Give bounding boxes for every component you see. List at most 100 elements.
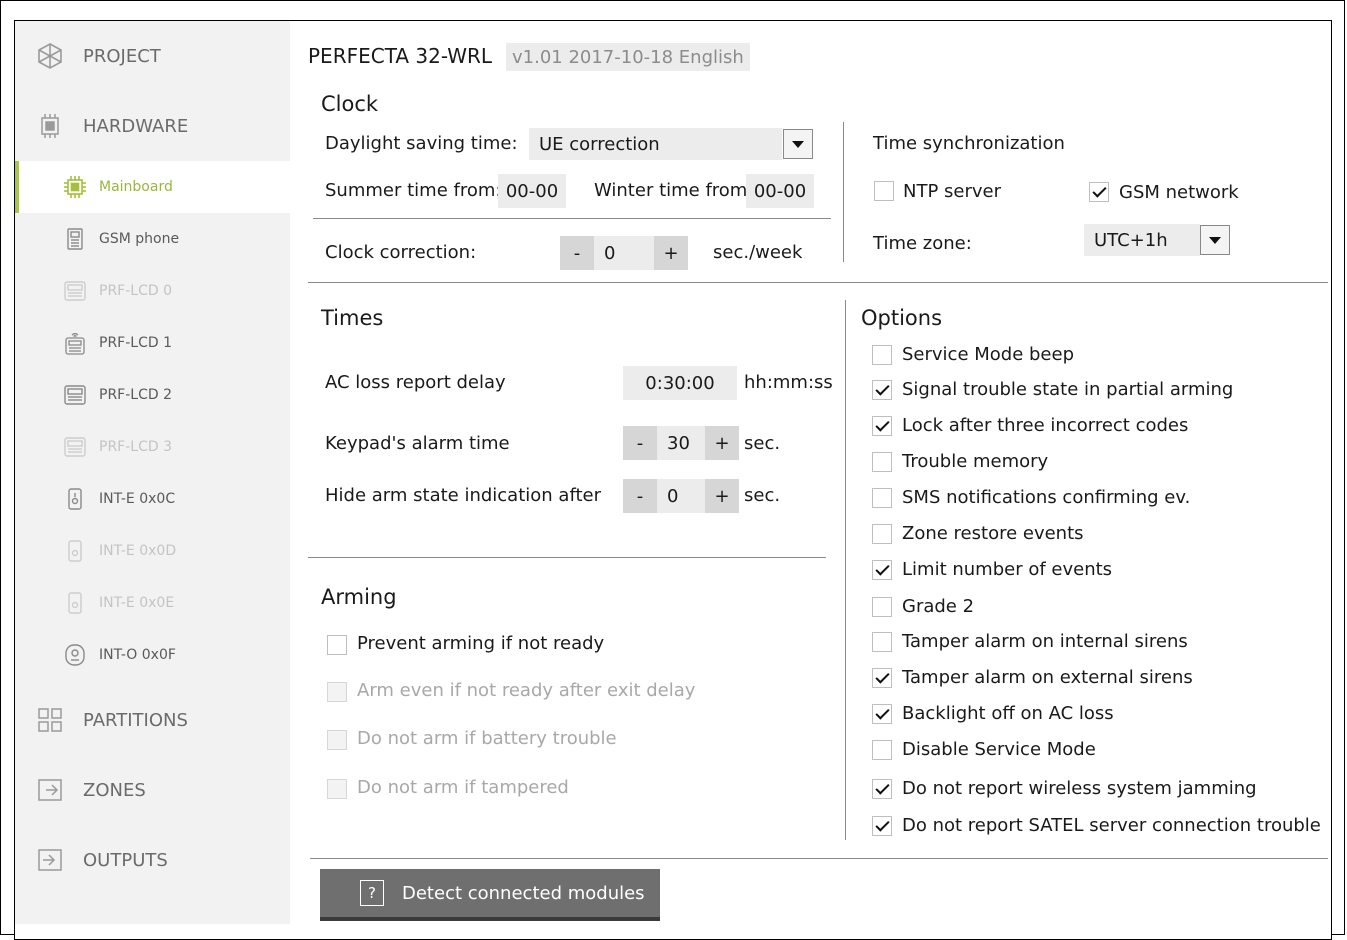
nav-int-e-0x0c[interactable]: INT-E 0x0C <box>15 473 290 525</box>
nav-prf-lcd-1-label: PRF-LCD 1 <box>99 335 172 351</box>
option-label: SMS notifications confirming ev. <box>902 487 1191 508</box>
option-signal-trouble-state-in-partial-arming-checkbox[interactable] <box>872 380 892 400</box>
expander-icon <box>63 487 87 511</box>
options-vertical-divider <box>845 300 846 840</box>
option-label: Tamper alarm on internal sirens <box>902 631 1188 652</box>
winter-time-input[interactable]: 00-00 <box>746 174 814 208</box>
hide-arm-state-value[interactable]: 0 <box>657 479 705 513</box>
nav-zones-label: ZONES <box>83 779 146 801</box>
nav-prf-lcd-0-label: PRF-LCD 0 <box>99 283 172 299</box>
hide-arm-state-stepper: - 0 + <box>623 479 739 513</box>
arming-option-label: Do not arm if battery trouble <box>357 728 617 749</box>
option-limit-number-of-events-checkbox[interactable] <box>872 560 892 580</box>
arming-section-title: Arming <box>321 585 397 609</box>
partitions-icon <box>37 707 63 733</box>
nav-int-e-0x0e[interactable]: INT-E 0x0E <box>15 577 290 629</box>
output-module-icon <box>63 643 87 667</box>
option-tamper-alarm-on-external-sirens-checkbox[interactable] <box>872 668 892 688</box>
time-zone-dropdown-button[interactable] <box>1200 225 1230 255</box>
nav-project[interactable]: PROJECT <box>15 21 290 91</box>
nav-int-e-0x0d[interactable]: INT-E 0x0D <box>15 525 290 577</box>
keypad-icon <box>63 383 87 407</box>
option-label: Limit number of events <box>902 559 1113 580</box>
expander-icon <box>63 539 87 563</box>
nav-partitions-label: PARTITIONS <box>83 709 188 731</box>
bottom-divider <box>310 858 1328 859</box>
nav-mainboard[interactable]: Mainboard <box>15 161 290 213</box>
option-label: Tamper alarm on external sirens <box>902 667 1193 688</box>
hide-arm-state-minus-button[interactable]: - <box>623 479 657 513</box>
option-zone-restore-events-checkbox[interactable] <box>872 524 892 544</box>
times-divider <box>308 557 826 558</box>
gsm-network-checkbox[interactable] <box>1089 182 1109 202</box>
option-tamper-alarm-on-internal-sirens-checkbox[interactable] <box>872 632 892 652</box>
clock-correction-value[interactable]: 0 <box>594 236 654 270</box>
nav-zones[interactable]: ZONES <box>15 755 290 825</box>
ntp-server-label: NTP server <box>903 181 1002 202</box>
arming-prevent-arming-if-not-ready-checkbox[interactable] <box>327 635 347 655</box>
arming-do-not-arm-if-battery-trouble-checkbox[interactable] <box>327 730 347 750</box>
nav-prf-lcd-0[interactable]: PRF-LCD 0 <box>15 265 290 317</box>
nav-hardware[interactable]: HARDWARE <box>15 91 290 161</box>
clock-correction-label: Clock correction: <box>325 242 477 263</box>
nav-prf-lcd-1[interactable]: PRF-LCD 1 <box>15 317 290 369</box>
keypad-alarm-time-stepper: - 30 + <box>623 426 739 460</box>
option-disable-service-mode-checkbox[interactable] <box>872 740 892 760</box>
time-sync-title: Time synchronization <box>873 133 1065 154</box>
nav-partitions[interactable]: PARTITIONS <box>15 685 290 755</box>
hardware-icon <box>37 113 63 139</box>
nav-int-e-0x0c-label: INT-E 0x0C <box>99 491 176 507</box>
nav-int-e-0x0e-label: INT-E 0x0E <box>99 595 175 611</box>
dst-label: Daylight saving time: <box>325 133 518 154</box>
nav-gsm-phone[interactable]: GSM phone <box>15 213 290 265</box>
keypad-alarm-time-plus-button[interactable]: + <box>705 426 739 460</box>
zones-icon <box>37 777 63 803</box>
clock-correction-minus-button[interactable]: - <box>560 236 594 270</box>
hide-arm-state-plus-button[interactable]: + <box>705 479 739 513</box>
nav-int-o-0x0f-label: INT-O 0x0F <box>99 647 176 663</box>
clock-correction-plus-button[interactable]: + <box>654 236 688 270</box>
arming-option-label: Prevent arming if not ready <box>357 633 605 654</box>
option-service-mode-beep-checkbox[interactable] <box>872 345 892 365</box>
keypad-icon <box>63 279 87 303</box>
detect-modules-label: Detect connected modules <box>402 882 645 904</box>
nav-prf-lcd-3[interactable]: PRF-LCD 3 <box>15 421 290 473</box>
nav-prf-lcd-2[interactable]: PRF-LCD 2 <box>15 369 290 421</box>
options-section-title: Options <box>861 306 943 330</box>
keypad-alarm-time-minus-button[interactable]: - <box>623 426 657 460</box>
nav-hardware-label: HARDWARE <box>83 115 189 137</box>
option-do-not-report-satel-server-connection-trouble-checkbox[interactable] <box>872 816 892 836</box>
nav-int-o-0x0f[interactable]: INT-O 0x0F <box>15 629 290 681</box>
help-module-icon: ? <box>360 880 384 906</box>
keypad-icon <box>63 435 87 459</box>
gsm-phone-icon <box>63 227 87 251</box>
keypad-alarm-time-unit: sec. <box>744 433 781 454</box>
option-label: Do not report SATEL server connection tr… <box>902 815 1321 836</box>
option-label: Lock after three incorrect codes <box>902 415 1189 436</box>
top-divider <box>308 282 1328 283</box>
clock-divider <box>313 218 831 219</box>
gsm-network-label: GSM network <box>1119 182 1239 203</box>
option-lock-after-three-incorrect-codes-checkbox[interactable] <box>872 416 892 436</box>
nav-prf-lcd-2-label: PRF-LCD 2 <box>99 387 172 403</box>
device-title: PERFECTA 32-WRL <box>308 44 493 68</box>
keypad-alarm-time-value[interactable]: 30 <box>657 426 705 460</box>
nav-outputs[interactable]: OUTPUTS <box>15 825 290 895</box>
option-grade-2-checkbox[interactable] <box>872 597 892 617</box>
dst-dropdown-button[interactable] <box>783 129 813 159</box>
dst-select[interactable]: UE correction <box>529 128 782 160</box>
expander-icon <box>63 591 87 615</box>
arming-arm-even-if-not-ready-after-exit-delay-checkbox[interactable] <box>327 682 347 702</box>
arming-do-not-arm-if-tampered-checkbox[interactable] <box>327 779 347 799</box>
summer-time-input[interactable]: 00-00 <box>498 174 566 208</box>
detect-modules-button[interactable]: ? Detect connected modules <box>320 869 660 921</box>
option-trouble-memory-checkbox[interactable] <box>872 452 892 472</box>
time-zone-select[interactable]: UTC+1h <box>1084 224 1200 256</box>
ac-loss-delay-input[interactable]: 0:30:00 <box>623 366 737 400</box>
option-sms-notifications-confirming-ev-checkbox[interactable] <box>872 488 892 508</box>
nav-project-label: PROJECT <box>83 45 161 67</box>
project-icon <box>37 43 63 69</box>
option-backlight-off-on-ac-loss-checkbox[interactable] <box>872 704 892 724</box>
option-do-not-report-wireless-system-jamming-checkbox[interactable] <box>872 779 892 799</box>
ntp-server-checkbox[interactable] <box>874 181 894 201</box>
